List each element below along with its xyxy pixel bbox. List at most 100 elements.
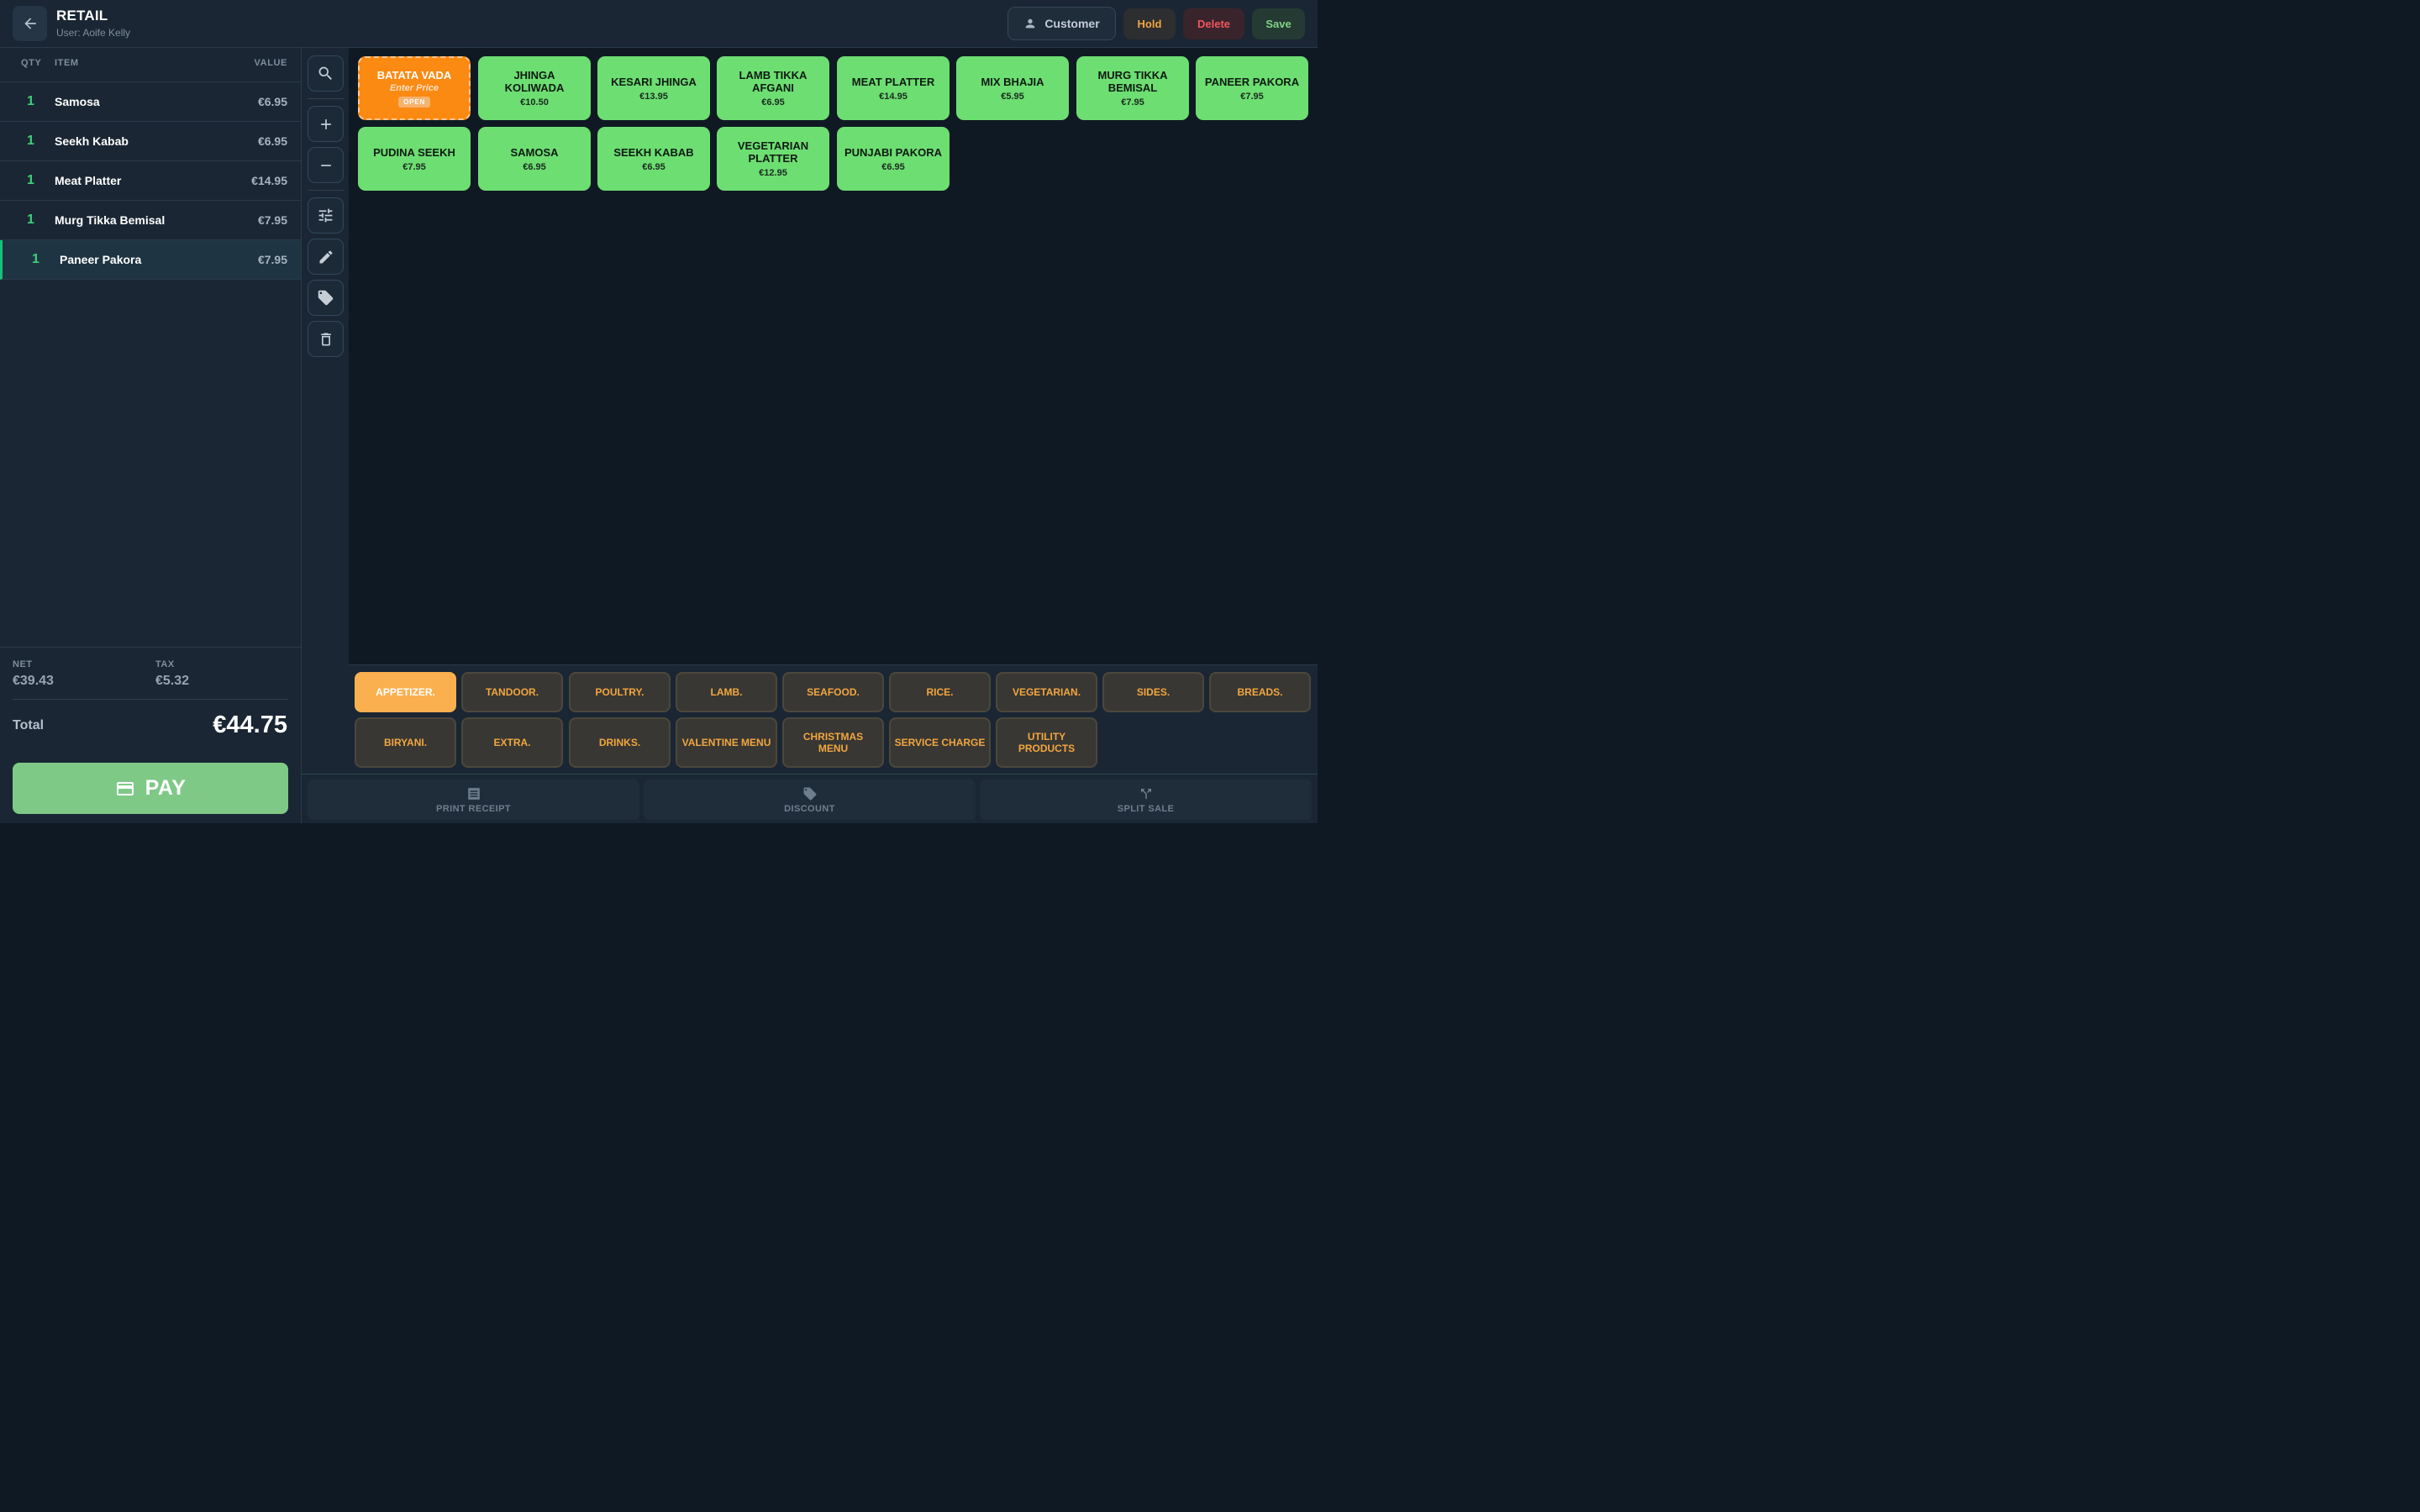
current-user: User: Aoife Kelly: [56, 27, 131, 39]
order-row[interactable]: 1 Murg Tikka Bemisal €7.95: [0, 201, 301, 240]
back-button[interactable]: [13, 6, 47, 41]
order-row-selected[interactable]: 1 Paneer Pakora €7.95: [0, 240, 301, 280]
product-price: €6.95: [881, 161, 905, 172]
customer-label: Customer: [1044, 17, 1100, 30]
category-vegetarian[interactable]: VEGETARIAN.: [996, 672, 1097, 712]
print-receipt-label: PRINT RECEIPT: [436, 803, 511, 814]
category-utility-products[interactable]: UTILITY PRODUCTS: [996, 717, 1097, 768]
order-row-value: €7.95: [257, 213, 287, 227]
category-rice[interactable]: RICE.: [889, 672, 991, 712]
product-name: KESARI JHINGA: [611, 75, 697, 88]
product-tile[interactable]: SAMOSA €6.95: [478, 127, 591, 191]
product-tile[interactable]: MIX BHAJIA €5.95: [956, 56, 1069, 120]
open-price-badge: OPEN: [398, 97, 430, 108]
product-tile[interactable]: MEAT PLATTER €14.95: [837, 56, 950, 120]
price-tag-button[interactable]: [308, 280, 344, 316]
order-panel: QTY ITEM VALUE 1 Samosa €6.95 1 Seekh Ka…: [0, 48, 302, 823]
category-biryani[interactable]: BIRYANI.: [355, 717, 456, 768]
tax-value: €5.32: [155, 674, 190, 688]
pencil-icon: [319, 249, 332, 263]
category-extra[interactable]: EXTRA.: [461, 717, 563, 768]
minus-icon: [320, 164, 331, 166]
product-tile[interactable]: KESARI JHINGA €13.95: [597, 56, 710, 120]
product-price: €6.95: [523, 161, 546, 172]
decrease-qty-button[interactable]: [308, 147, 344, 183]
tune-icon: [318, 208, 333, 223]
product-tile[interactable]: JHINGA KOLIWADA €10.50: [478, 56, 591, 120]
save-button[interactable]: Save: [1252, 8, 1305, 39]
order-row[interactable]: 1 Seekh Kabab €6.95: [0, 122, 301, 161]
split-icon: [1140, 788, 1151, 799]
net-label: NET: [13, 659, 33, 669]
category-lamb[interactable]: LAMB.: [676, 672, 777, 712]
product-tile[interactable]: VEGETARIAN PLATTER €12.95: [717, 127, 829, 191]
increase-qty-button[interactable]: [308, 106, 344, 142]
order-row-name: Seekh Kabab: [55, 134, 129, 148]
app-title: RETAIL: [56, 8, 108, 24]
pay-label: PAY: [145, 776, 187, 800]
category-appetizer[interactable]: APPETIZER.: [355, 672, 456, 712]
search-button[interactable]: [308, 55, 344, 92]
product-name: MEAT PLATTER: [851, 75, 935, 88]
order-row-qty: 1: [32, 252, 39, 266]
qty-column-header: QTY: [21, 58, 42, 68]
discount-label: DISCOUNT: [784, 803, 835, 814]
category-service-charge[interactable]: SERVICE CHARGE: [889, 717, 991, 768]
product-name: PANEER PAKORA: [1204, 75, 1300, 88]
tool-divider: [308, 98, 344, 99]
category-sides[interactable]: SIDES.: [1102, 672, 1204, 712]
order-row[interactable]: 1 Meat Platter €14.95: [0, 161, 301, 201]
action-bar: PRINT RECEIPT DISCOUNT SPLIT SALE: [302, 774, 1318, 823]
order-row-value: €6.95: [257, 95, 287, 108]
hold-button[interactable]: Hold: [1123, 8, 1176, 39]
edit-button[interactable]: [308, 239, 344, 275]
category-valentine-menu[interactable]: VALENTINE MENU: [676, 717, 777, 768]
product-name: LAMB TIKKA AFGANI: [739, 69, 808, 94]
print-receipt-button[interactable]: PRINT RECEIPT: [308, 780, 639, 820]
category-breads[interactable]: BREADS.: [1209, 672, 1311, 712]
order-row-value: €14.95: [251, 174, 287, 187]
product-tile-open[interactable]: BATATA VADA Enter Price OPEN: [358, 56, 471, 120]
item-column-header: ITEM: [55, 58, 79, 68]
order-row[interactable]: 1 Samosa €6.95: [0, 82, 301, 122]
category-seafood[interactable]: SEAFOOD.: [782, 672, 884, 712]
product-name: MIX BHAJIA: [981, 75, 1044, 88]
category-drinks[interactable]: DRINKS.: [569, 717, 671, 768]
product-price: €10.50: [520, 97, 549, 108]
trash-icon: [320, 333, 331, 345]
category-christmas-menu[interactable]: CHRISTMAS MENU: [782, 717, 884, 768]
customer-button[interactable]: Customer: [1007, 7, 1116, 40]
discount-button[interactable]: DISCOUNT: [644, 780, 976, 820]
product-name: JHINGA KOLIWADA: [504, 69, 565, 94]
product-tile[interactable]: MURG TIKKA BEMISAL €7.95: [1076, 56, 1189, 120]
order-row-name: Murg Tikka Bemisal: [55, 213, 166, 227]
remove-item-button[interactable]: [308, 321, 344, 357]
product-price: €7.95: [402, 161, 426, 172]
product-price: €12.95: [759, 168, 787, 178]
order-row-qty: 1: [27, 134, 34, 148]
order-row-qty: 1: [27, 213, 34, 227]
product-tile[interactable]: PANEER PAKORA €7.95: [1196, 56, 1308, 120]
product-price: €7.95: [1121, 97, 1144, 108]
product-enter-price: Enter Price: [389, 83, 439, 93]
order-row-name: Meat Platter: [55, 174, 122, 187]
net-value: €39.43: [13, 674, 54, 688]
category-tandoor[interactable]: TANDOOR.: [461, 672, 563, 712]
order-list-header: QTY ITEM VALUE: [0, 48, 301, 82]
split-sale-button[interactable]: SPLIT SALE: [980, 780, 1312, 820]
product-tile[interactable]: LAMB TIKKA AFGANI €6.95: [717, 56, 829, 120]
product-tile[interactable]: PUDINA SEEKH €7.95: [358, 127, 471, 191]
order-row-value: €7.95: [257, 253, 287, 266]
arrow-left-icon: [24, 18, 36, 29]
modifiers-button[interactable]: [308, 197, 344, 234]
product-tile[interactable]: SEEKH KABAB €6.95: [597, 127, 710, 191]
totals-divider: [13, 699, 288, 700]
product-price: €6.95: [761, 97, 785, 108]
order-row-name: Paneer Pakora: [60, 253, 142, 266]
delete-button[interactable]: Delete: [1183, 8, 1244, 39]
pay-button[interactable]: PAY: [13, 763, 288, 814]
product-price: €13.95: [639, 91, 668, 102]
category-poultry[interactable]: POULTRY.: [569, 672, 671, 712]
product-name: PUNJABI PAKORA: [844, 145, 943, 159]
product-tile[interactable]: PUNJABI PAKORA €6.95: [837, 127, 950, 191]
